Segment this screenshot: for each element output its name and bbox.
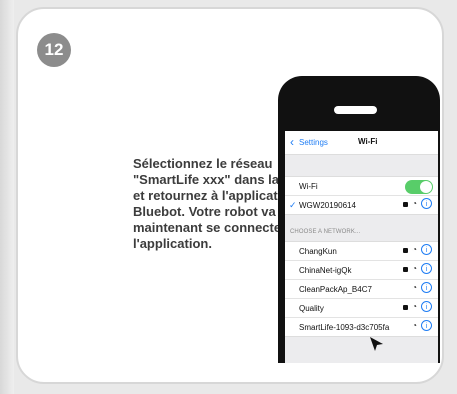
network-name: SmartLife-1093-d3c705fa <box>299 323 390 332</box>
lock-icon <box>403 202 409 207</box>
network-name: Quality <box>299 304 324 313</box>
instruction-card: 12 Sélectionnez le réseau "SmartLife xxx… <box>16 7 444 384</box>
info-icon[interactable]: i <box>421 320 432 331</box>
wifi-icon: ◔ <box>412 320 417 330</box>
network-status-icons: ◔ i <box>403 198 432 209</box>
wifi-icon: ◔ <box>412 198 417 208</box>
wifi-label: Wi-Fi <box>299 182 318 191</box>
info-icon[interactable]: i <box>421 198 432 209</box>
wifi-toggle[interactable] <box>405 180 433 194</box>
network-row[interactable]: ChinaNet-igQk ◔ i <box>285 261 438 280</box>
wifi-settings-screen: ‹ Settings Wi-Fi Wi-Fi ✓ WGW20190614 ◔ i… <box>285 131 438 363</box>
network-row[interactable]: Quality ◔ i <box>285 299 438 318</box>
back-button[interactable]: Settings <box>299 138 328 147</box>
info-icon[interactable]: i <box>421 301 432 312</box>
wifi-nav-bar: ‹ Settings Wi-Fi <box>285 131 438 155</box>
info-icon[interactable]: i <box>421 282 432 293</box>
network-status-icons: ◔ i <box>412 320 432 331</box>
wifi-icon: ◔ <box>412 282 417 292</box>
network-status-icons: ◔ i <box>412 282 432 293</box>
network-row[interactable]: ChangKun ◔ i <box>285 242 438 261</box>
page-title: Wi-Fi <box>358 137 378 146</box>
lock-icon <box>403 267 409 272</box>
choose-network-header: CHOOSE A NETWORK... <box>290 229 361 235</box>
wifi-icon: ◔ <box>412 263 417 273</box>
phone-speaker <box>334 106 377 114</box>
info-icon[interactable]: i <box>421 244 432 255</box>
wifi-icon: ◔ <box>412 244 417 254</box>
wifi-icon: ◔ <box>412 301 417 311</box>
network-status-icons: ◔ i <box>403 301 432 312</box>
connected-network-row[interactable]: ✓ WGW20190614 ◔ i <box>285 196 438 214</box>
wifi-status-section: Wi-Fi ✓ WGW20190614 ◔ i <box>285 176 438 215</box>
step-badge: 12 <box>37 33 71 67</box>
wifi-toggle-knob <box>420 181 432 193</box>
connected-network-name: WGW20190614 <box>299 201 356 210</box>
network-row[interactable]: CleanPackAp_B4C7 ◔ i <box>285 280 438 299</box>
network-row-smartlife[interactable]: SmartLife-1093-d3c705fa ◔ i <box>285 318 438 336</box>
info-icon[interactable]: i <box>421 263 432 274</box>
network-name: ChinaNet-igQk <box>299 266 352 275</box>
network-status-icons: ◔ i <box>403 263 432 274</box>
left-shadow <box>0 0 14 394</box>
network-list: ChangKun ◔ i ChinaNet-igQk ◔ i CleanPack… <box>285 241 438 337</box>
network-name: CleanPackAp_B4C7 <box>299 285 372 294</box>
checkmark-icon: ✓ <box>289 200 297 210</box>
network-status-icons: ◔ i <box>403 244 432 255</box>
network-name: ChangKun <box>299 247 337 256</box>
wifi-toggle-row[interactable]: Wi-Fi <box>285 177 438 196</box>
lock-icon <box>403 305 409 310</box>
page: 12 Sélectionnez le réseau "SmartLife xxx… <box>0 0 457 394</box>
chevron-left-icon[interactable]: ‹ <box>290 136 294 148</box>
phone-mockup: ‹ Settings Wi-Fi Wi-Fi ✓ WGW20190614 ◔ i… <box>278 76 440 363</box>
lock-icon <box>403 248 409 253</box>
